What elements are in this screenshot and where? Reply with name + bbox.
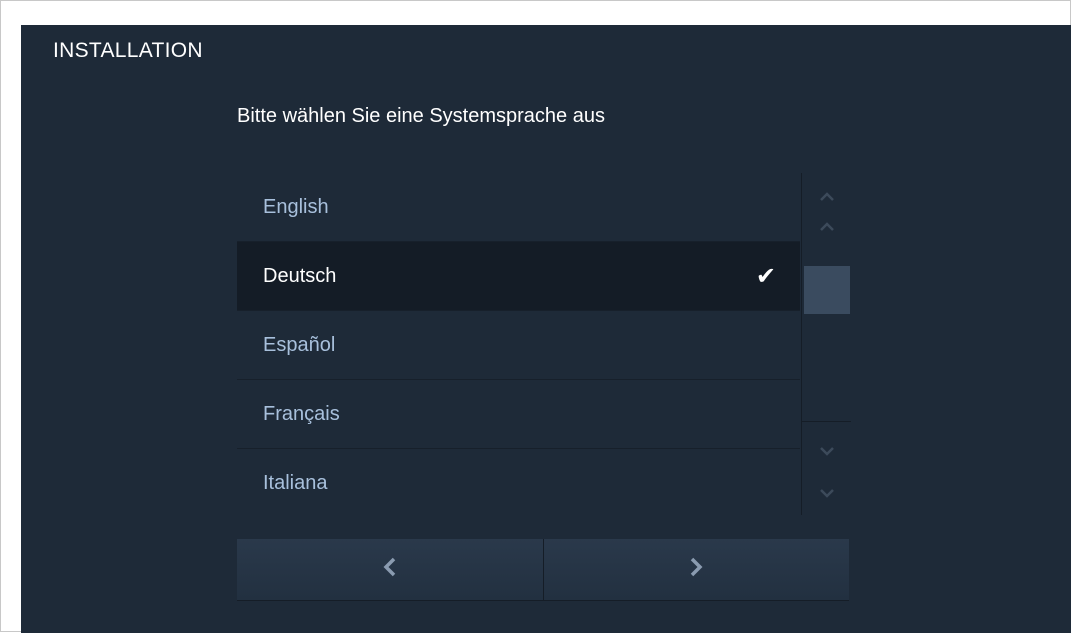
language-label: Italiana bbox=[263, 472, 328, 494]
navigation-bar bbox=[237, 539, 849, 601]
language-list: English Deutsch ✔ Español Français Itali… bbox=[237, 173, 800, 518]
chevron-left-icon bbox=[383, 556, 397, 583]
language-prompt: Bitte wählen Sie eine Systemsprache aus bbox=[237, 105, 605, 127]
scroll-divider bbox=[802, 421, 851, 422]
back-button[interactable] bbox=[237, 539, 543, 601]
language-scrollbar[interactable] bbox=[801, 173, 851, 515]
language-option-espanol[interactable]: Español bbox=[237, 311, 800, 380]
language-label: English bbox=[263, 196, 329, 218]
language-label: Deutsch bbox=[263, 265, 337, 287]
language-label: Français bbox=[263, 403, 340, 425]
language-option-english[interactable]: English bbox=[237, 173, 800, 242]
language-option-deutsch[interactable]: Deutsch ✔ bbox=[237, 242, 800, 311]
checkmark-icon: ✔ bbox=[755, 262, 776, 290]
language-option-francais[interactable]: Français bbox=[237, 380, 800, 449]
language-option-italiana[interactable]: Italiana bbox=[237, 449, 800, 518]
installation-screen: INSTALLATION Bitte wählen Sie eine Syste… bbox=[21, 25, 1071, 633]
chevron-right-icon bbox=[689, 556, 703, 583]
chevron-down-icon[interactable] bbox=[802, 435, 851, 465]
chevron-up-icon[interactable] bbox=[802, 181, 851, 211]
next-button[interactable] bbox=[542, 539, 849, 601]
chevron-down-icon[interactable] bbox=[802, 477, 851, 507]
device-frame: INSTALLATION Bitte wählen Sie eine Syste… bbox=[0, 0, 1071, 633]
page-title: INSTALLATION bbox=[53, 39, 203, 62]
scroll-thumb[interactable] bbox=[804, 266, 850, 314]
language-label: Español bbox=[263, 334, 336, 356]
chevron-up-icon[interactable] bbox=[802, 211, 851, 241]
